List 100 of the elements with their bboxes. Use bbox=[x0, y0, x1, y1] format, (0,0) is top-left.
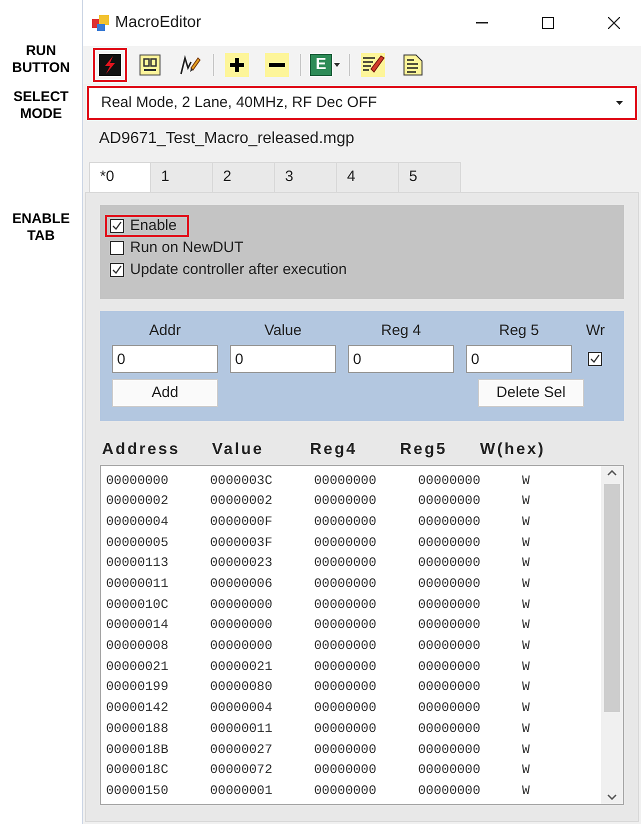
table-cell-text: 00000004 bbox=[210, 699, 274, 718]
table-cell-text: 00000000 bbox=[210, 596, 274, 614]
table-cell-text: W bbox=[522, 616, 531, 634]
table-cell-text: 0000018C bbox=[106, 761, 170, 780]
minimize-icon bbox=[476, 22, 488, 24]
document-icon bbox=[401, 53, 425, 77]
table-cell-text: 00000002 bbox=[210, 492, 274, 510]
table-cell-text: 00000188 bbox=[106, 720, 170, 738]
table-cell-text: 00000000 bbox=[314, 678, 378, 696]
table-cell-text: 00000142 bbox=[106, 699, 170, 718]
checkbox[interactable] bbox=[110, 263, 124, 277]
column-header: Address bbox=[102, 440, 182, 460]
tab[interactable]: 5 bbox=[399, 162, 461, 192]
table-cell-text: 00000000 bbox=[314, 492, 378, 510]
table-cell-text: 00000000 bbox=[418, 637, 482, 656]
tab[interactable]: 2 bbox=[213, 162, 275, 192]
table-cell-text: 00000000 bbox=[418, 472, 482, 490]
table-cell-text: 00000005 bbox=[106, 534, 170, 552]
table-cell-text: 00000000 bbox=[210, 616, 274, 634]
app-icon bbox=[91, 13, 111, 33]
field-label: Reg 5 bbox=[498, 321, 540, 341]
table-cell-text: 00000000 bbox=[418, 699, 482, 718]
table-cell-text: 00000199 bbox=[106, 678, 170, 696]
table-cell-text: 00000000 bbox=[314, 699, 378, 718]
column-header: W(hex) bbox=[480, 440, 546, 460]
table-cell-text: 00000000 bbox=[314, 512, 378, 531]
table-cell-text: 0000003C bbox=[210, 472, 274, 490]
run-button[interactable] bbox=[93, 48, 127, 82]
table-cell-text: 00000027 bbox=[210, 740, 274, 759]
table-cell-text: 00000014 bbox=[106, 616, 170, 634]
table-cell-text: W bbox=[522, 782, 531, 800]
edit-list-icon bbox=[361, 53, 385, 77]
table-cell-text: W bbox=[522, 575, 531, 594]
add-button[interactable]: Add bbox=[112, 379, 218, 407]
table-cell-text: 00000000 bbox=[314, 575, 378, 594]
input-field[interactable]: 0 bbox=[466, 345, 572, 373]
annotation-label: SELECT MODE bbox=[13, 88, 69, 122]
table-cell-text: W bbox=[522, 596, 531, 614]
grid-icon bbox=[139, 54, 161, 76]
input-field[interactable]: 0 bbox=[112, 345, 218, 373]
table-cell-text: 00000000 bbox=[314, 534, 378, 552]
table-cell-text: 0000010C bbox=[106, 596, 170, 614]
table-cell-text: 00000002 bbox=[106, 492, 170, 510]
input-field[interactable]: 0 bbox=[230, 345, 336, 373]
table-cell-text: 00000000 bbox=[418, 678, 482, 696]
table-cell-text: 00000000 bbox=[314, 658, 378, 676]
table-cell-text: 00000000 bbox=[106, 472, 170, 490]
table-cell-text: 00000000 bbox=[418, 761, 482, 780]
delete-button[interactable]: Delete Sel bbox=[478, 379, 584, 407]
table-cell-text: 00000000 bbox=[314, 637, 378, 656]
table-cell-text: W bbox=[522, 534, 531, 552]
pen-icon bbox=[179, 54, 201, 76]
caret-icon bbox=[616, 101, 623, 105]
table-cell-text: 00000150 bbox=[106, 782, 170, 800]
column-header: Reg4 bbox=[310, 440, 358, 460]
table-cell-text: 00000023 bbox=[210, 554, 274, 572]
scrollbar[interactable] bbox=[601, 466, 623, 804]
table-cell-text: 0000000F bbox=[210, 512, 274, 531]
table-cell-text: 00000000 bbox=[418, 492, 482, 510]
field-label: Value bbox=[264, 321, 302, 341]
table-cell-text: 00000004 bbox=[106, 512, 170, 531]
checkbox[interactable] bbox=[588, 352, 602, 366]
mode-dropdown[interactable]: Real Mode, 2 Lane, 40MHz, RF Dec OFF bbox=[87, 86, 637, 120]
table-cell-text: W bbox=[522, 637, 531, 656]
table-cell-text: 00000000 bbox=[418, 554, 482, 572]
checkbox[interactable] bbox=[110, 241, 124, 255]
checkbox-label: Enable bbox=[130, 217, 177, 235]
annotation-label: ENABLE TAB bbox=[12, 210, 70, 244]
tab[interactable]: 3 bbox=[275, 162, 337, 192]
tab[interactable]: *0 bbox=[89, 162, 151, 192]
lightning-icon bbox=[98, 53, 122, 77]
checkbox-label: Run on NewDUT bbox=[130, 239, 244, 257]
table-cell-text: 00000008 bbox=[106, 637, 170, 656]
field-label: Addr bbox=[149, 321, 181, 341]
tab[interactable]: 1 bbox=[151, 162, 213, 192]
table-cell-text: 00000000 bbox=[314, 554, 378, 572]
table-cell-text: 00000000 bbox=[418, 782, 482, 800]
table-cell-text: 00000000 bbox=[418, 720, 482, 738]
table-cell-text: 00000011 bbox=[106, 575, 170, 594]
table-cell-text: 00000072 bbox=[210, 761, 274, 780]
table-cell-text: 00000113 bbox=[106, 554, 170, 572]
table-cell-text: 00000000 bbox=[314, 616, 378, 634]
table-cell-text: W bbox=[522, 740, 531, 759]
checkbox-label: Update controller after execution bbox=[130, 261, 347, 279]
input-field[interactable]: 0 bbox=[348, 345, 454, 373]
scroll-down-icon bbox=[607, 794, 617, 800]
table-cell-text: 00000000 bbox=[314, 472, 378, 490]
checkbox[interactable] bbox=[110, 219, 124, 233]
table-cell-text: 00000080 bbox=[210, 678, 274, 696]
maximize-icon bbox=[542, 17, 554, 29]
check-icon bbox=[590, 354, 600, 364]
field-label: Reg 4 bbox=[380, 321, 422, 341]
table-cell-text: 00000000 bbox=[418, 616, 482, 634]
table-cell-text: 0000018B bbox=[106, 740, 170, 759]
scrollbar-thumb[interactable] bbox=[604, 484, 620, 712]
table-cell-text: 00000000 bbox=[210, 637, 274, 656]
letter-dropdown-button[interactable]: E bbox=[307, 48, 343, 82]
tab[interactable]: 4 bbox=[337, 162, 399, 192]
table-cell-text: 00000000 bbox=[418, 512, 482, 531]
field-label: Wr bbox=[586, 321, 605, 341]
